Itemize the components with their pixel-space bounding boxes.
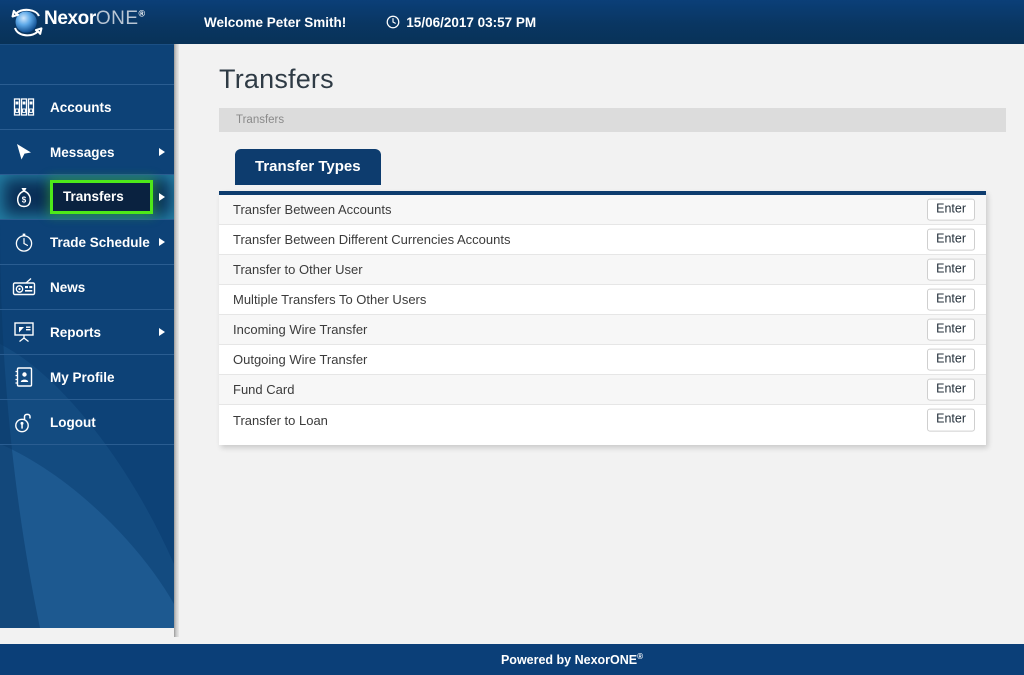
nexor-orb-logo [11, 8, 43, 37]
breadcrumb-item: Transfers [236, 114, 285, 126]
table-row[interactable]: Incoming Wire Transfer Enter [219, 315, 986, 345]
app-footer: Powered by NexorONE® [0, 644, 1024, 675]
sidebar-item-messages[interactable]: Messages [0, 130, 174, 175]
transfer-type-label: Fund Card [233, 382, 295, 397]
address-book-icon [10, 365, 38, 389]
clock-icon [386, 15, 400, 29]
presentation-icon [10, 320, 38, 344]
transfer-type-label: Transfer Between Different Currencies Ac… [233, 232, 511, 247]
chevron-right-icon [159, 148, 165, 156]
radio-icon [10, 275, 38, 299]
transfer-type-label: Incoming Wire Transfer [233, 322, 368, 337]
tab-transfer-types[interactable]: Transfer Types [235, 149, 381, 185]
app-header: NexorONE® Welcome Peter Smith! 15/06/201… [0, 0, 1024, 44]
chevron-right-icon [159, 328, 165, 336]
transfer-type-label: Multiple Transfers To Other Users [233, 292, 427, 307]
enter-button[interactable]: Enter [927, 198, 975, 221]
sidebar-item-reports[interactable]: Reports [0, 310, 174, 355]
sidebar-item-label: Logout [50, 414, 96, 430]
open-padlock-icon [10, 410, 38, 434]
sidebar-item-label: News [50, 279, 86, 295]
sidebar-item-transfers-highlight: Transfers [50, 180, 153, 214]
enter-button[interactable]: Enter [927, 348, 975, 371]
logo-text-nexor: Nexor [44, 8, 96, 29]
sidebar-item-trade-schedule[interactable]: Trade Schedule [0, 220, 174, 265]
logo-registered-mark: ® [138, 8, 146, 19]
transfer-type-label: Outgoing Wire Transfer [233, 352, 368, 367]
table-row[interactable]: Multiple Transfers To Other Users Enter [219, 285, 986, 315]
sidebar-item-accounts[interactable]: Accounts [0, 85, 174, 130]
datetime-text: 15/06/2017 03:57 PM [406, 14, 537, 30]
chevron-right-icon [159, 193, 165, 201]
enter-button[interactable]: Enter [927, 258, 975, 281]
sidebar-item-label: Messages [50, 144, 115, 160]
enter-button[interactable]: Enter [927, 408, 975, 432]
tab-bar: Transfer Types [235, 149, 381, 185]
sidebar-item-label: Accounts [50, 99, 112, 115]
transfer-type-label: Transfer Between Accounts [233, 202, 392, 217]
binders-icon [10, 95, 38, 119]
enter-button[interactable]: Enter [927, 378, 975, 401]
welcome-message: Welcome Peter Smith! [204, 14, 347, 30]
sidebar-top-block [0, 44, 174, 85]
table-row[interactable]: Transfer Between Accounts Enter [219, 195, 986, 225]
footer-credit: Powered by NexorONE® [501, 652, 643, 667]
brand-logo[interactable]: NexorONE® [0, 0, 190, 44]
main-content: Transfers Transfers Transfer Types Trans… [179, 44, 1024, 644]
footer-registered-mark: ® [637, 651, 644, 661]
enter-button[interactable]: Enter [927, 318, 975, 341]
sidebar-item-label: Reports [50, 324, 102, 340]
application-window: NexorONE® Welcome Peter Smith! 15/06/201… [0, 0, 1024, 675]
logo-text-one: ONE [95, 8, 139, 29]
logo-wordmark: NexorONE® [44, 8, 145, 30]
sidebar-item-news[interactable]: News [0, 265, 174, 310]
sidebar-navigation: Accounts Messages $ Transfers Trade Sche… [0, 44, 174, 628]
sidebar-item-label: My Profile [50, 369, 115, 385]
transfer-type-label: Transfer to Loan [233, 412, 328, 428]
chevron-right-icon [159, 238, 165, 246]
money-bag-icon: $ [10, 185, 38, 209]
page-title: Transfers [219, 64, 334, 94]
enter-button[interactable]: Enter [927, 228, 975, 251]
sidebar-item-my-profile[interactable]: My Profile [0, 355, 174, 400]
sidebar-item-logout[interactable]: Logout [0, 400, 174, 445]
svg-text:$: $ [22, 196, 27, 205]
breadcrumb: Transfers [219, 108, 1006, 132]
table-row[interactable]: Outgoing Wire Transfer Enter [219, 345, 986, 375]
sidebar-item-label: Trade Schedule [50, 234, 150, 250]
table-row[interactable]: Transfer to Other User Enter [219, 255, 986, 285]
table-row[interactable]: Transfer Between Different Currencies Ac… [219, 225, 986, 255]
sidebar-item-label: Transfers [63, 189, 124, 204]
footer-credit-text: Powered by NexorONE [500, 653, 638, 668]
transfer-types-panel: Transfer Between Accounts Enter Transfer… [219, 191, 986, 445]
stopwatch-icon [10, 230, 38, 254]
datetime-display: 15/06/2017 03:57 PM [386, 15, 536, 30]
sidebar-item-transfers[interactable]: $ Transfers [0, 175, 174, 220]
table-row[interactable]: Fund Card Enter [219, 375, 986, 405]
transfer-type-label: Transfer to Other User [233, 262, 363, 277]
enter-button[interactable]: Enter [927, 288, 975, 311]
table-row[interactable]: Transfer to Loan Enter [219, 405, 986, 435]
cursor-arrow-icon [10, 140, 38, 164]
